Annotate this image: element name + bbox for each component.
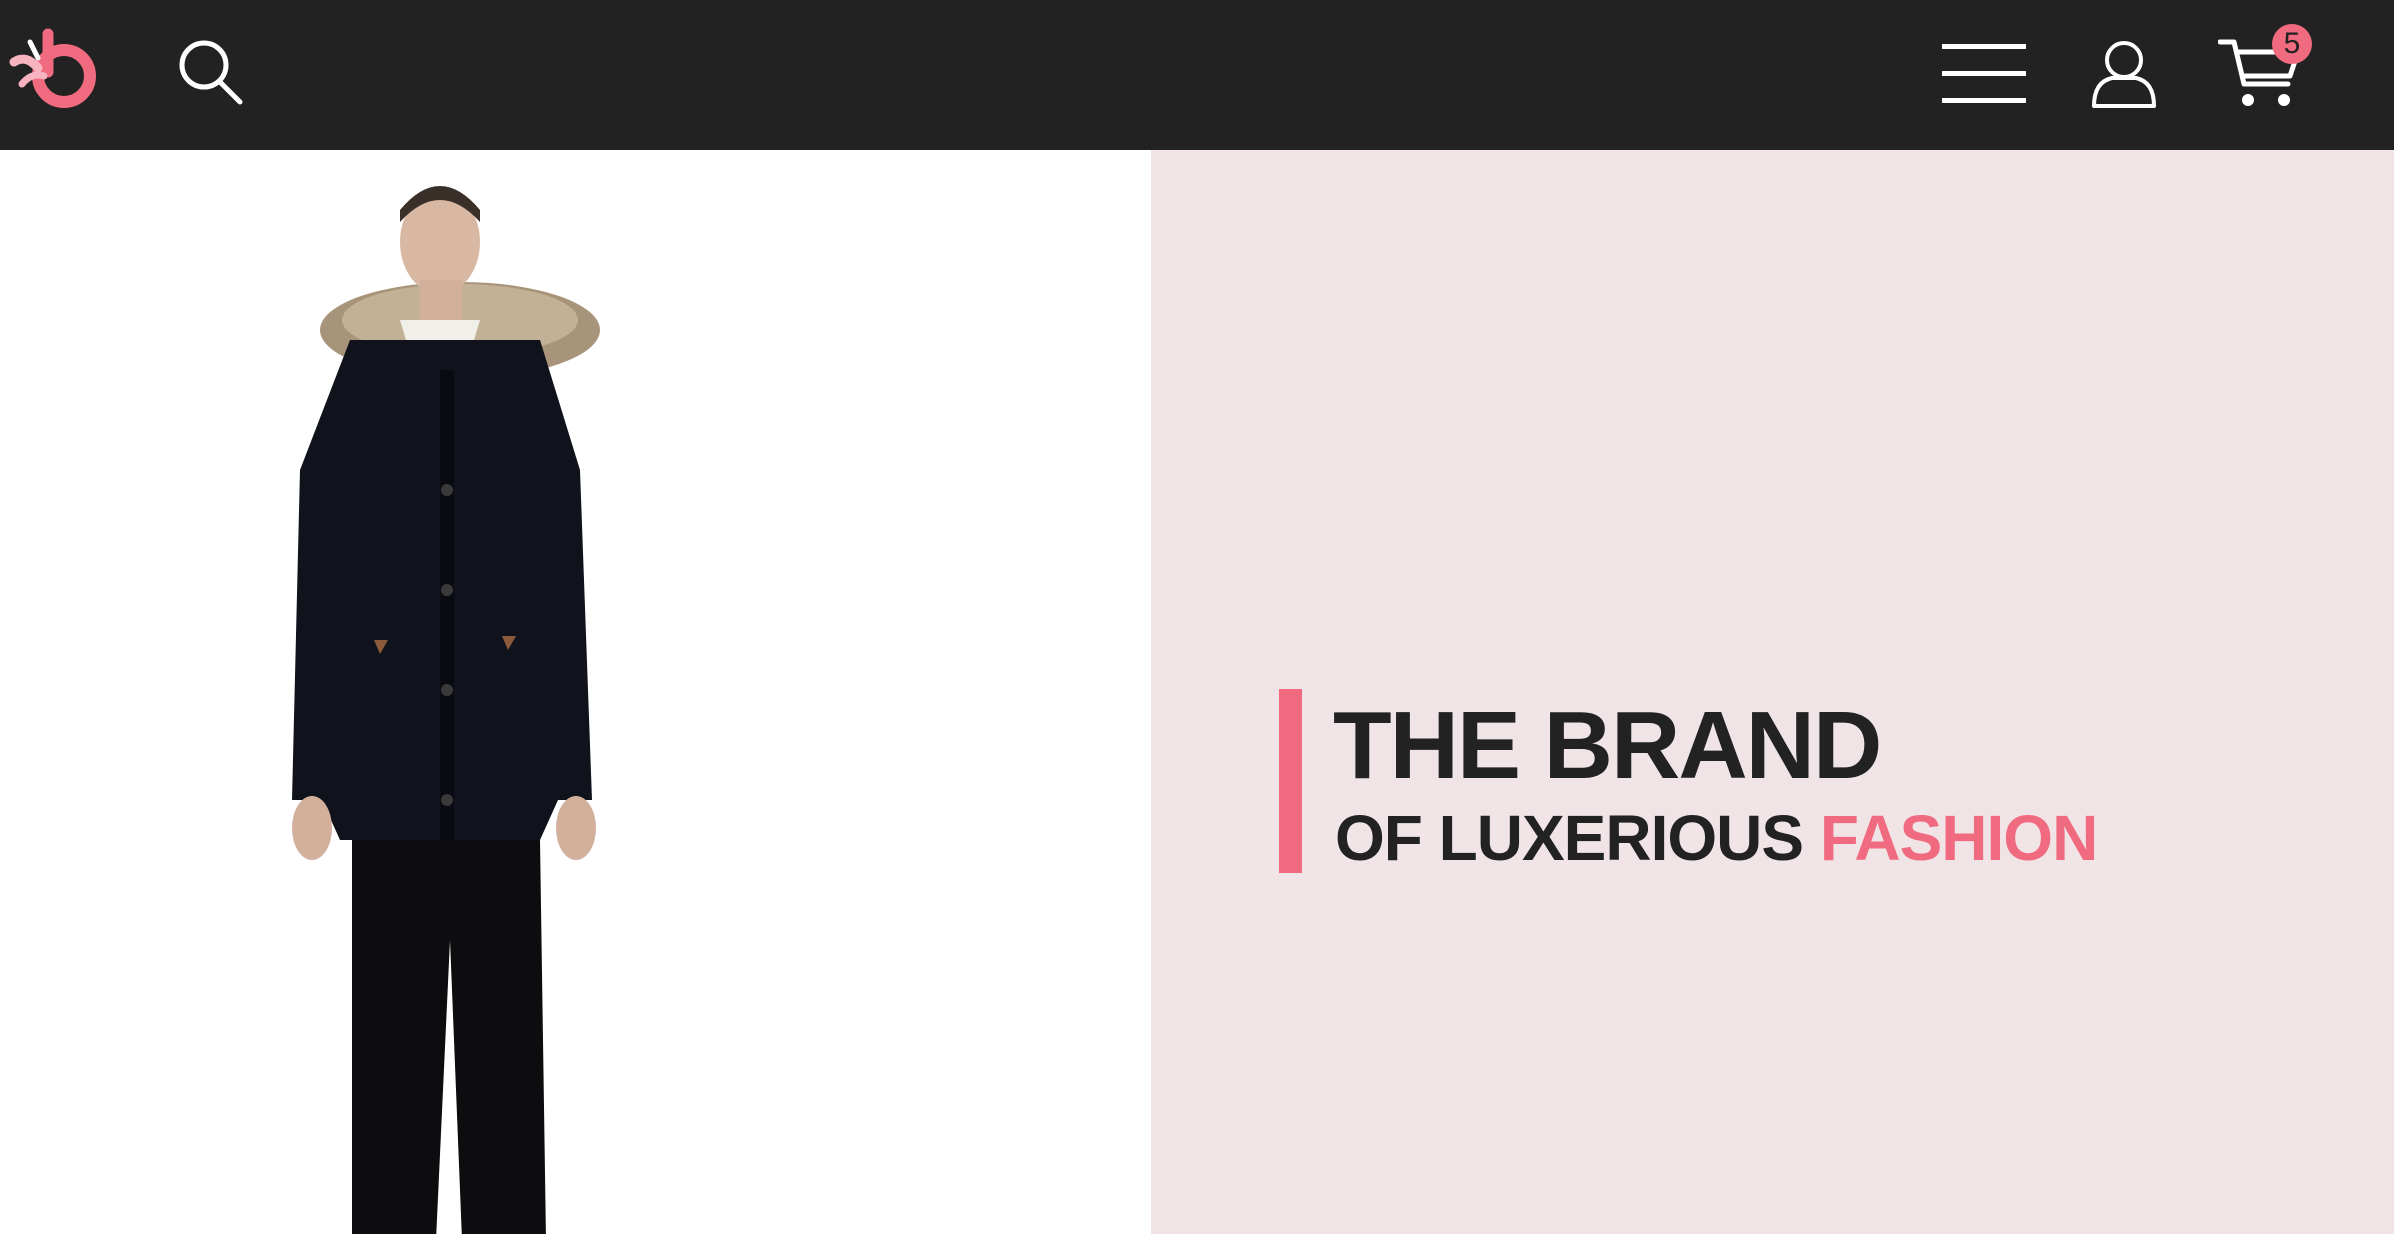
subhead-prefix: OF LUXERIOUS <box>1335 802 1820 874</box>
hero-subhead: OF LUXERIOUS FASHION <box>1335 800 2335 876</box>
brand-logo-icon[interactable] <box>8 28 104 114</box>
user-account-icon[interactable] <box>2088 38 2160 110</box>
hero-headline: THE BRAND <box>1333 692 1882 799</box>
top-navigation-bar: 5 <box>0 0 2394 150</box>
hamburger-menu-icon[interactable] <box>1940 40 2028 108</box>
model-photo <box>240 160 680 1234</box>
search-icon[interactable] <box>178 38 244 108</box>
cart-count-badge: 5 <box>2272 24 2312 64</box>
headline-accent-bar <box>1279 689 1302 873</box>
subhead-accent: FASHION <box>1819 802 2098 874</box>
hero-image-panel <box>0 150 1151 1234</box>
